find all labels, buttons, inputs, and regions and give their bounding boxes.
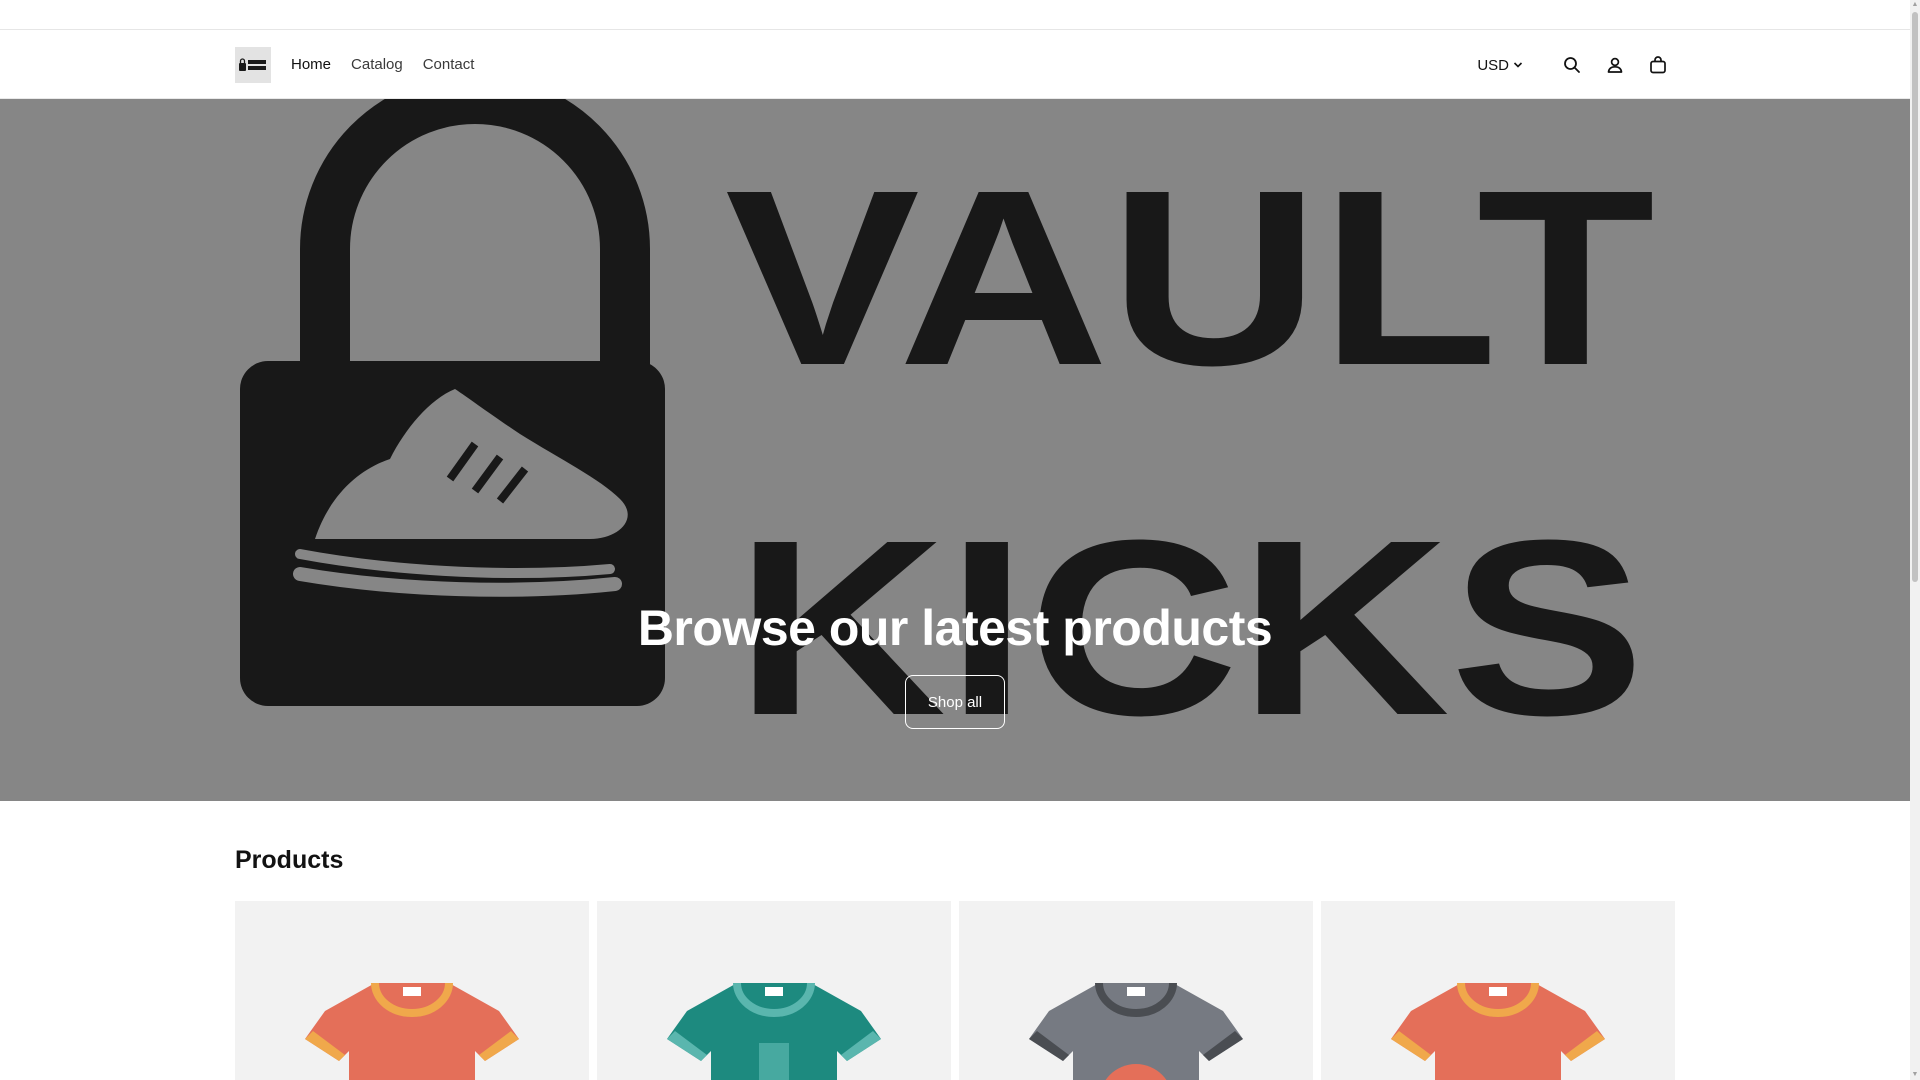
site-logo[interactable]: [235, 47, 271, 83]
main-nav: Home Catalog Contact: [291, 56, 474, 73]
announcement-bar: [0, 0, 1910, 30]
scroll-down-icon[interactable]: ▼: [1911, 1071, 1919, 1079]
storefront-page: Home Catalog Contact USD VAULT KICKS Bro…: [0, 0, 1910, 1080]
shop-all-button[interactable]: Shop all: [905, 675, 1005, 729]
scroll-up-icon[interactable]: ▲: [1911, 1, 1919, 9]
scrollbar-thumb[interactable]: [1912, 12, 1918, 582]
header-actions: USD: [1477, 50, 1670, 80]
search-icon: [1564, 57, 1580, 73]
account-icon: [1607, 57, 1623, 73]
product-card[interactable]: [1321, 901, 1675, 1080]
hero-title: Browse our latest products: [637, 600, 1273, 656]
tshirt-orange-icon: [305, 982, 519, 1080]
product-grid: [235, 901, 1675, 1080]
chevron-down-icon: [1513, 62, 1523, 68]
cart-icon: [1650, 56, 1666, 74]
currency-label: USD: [1477, 56, 1509, 74]
tshirt-teal-icon: [667, 982, 881, 1080]
account-button[interactable]: [1603, 53, 1627, 77]
search-button[interactable]: [1560, 53, 1584, 77]
product-card[interactable]: [597, 901, 951, 1080]
page-scrollbar[interactable]: ▲ ▼: [1910, 0, 1920, 1080]
cart-button[interactable]: [1646, 53, 1670, 77]
vault-kicks-logo-icon: [239, 58, 266, 71]
nav-catalog-link[interactable]: Catalog: [351, 56, 403, 73]
products-heading: Products: [235, 846, 344, 874]
tshirt-gray-icon: [1029, 982, 1243, 1080]
currency-selector[interactable]: USD: [1477, 57, 1523, 74]
site-header: Home Catalog Contact USD: [0, 30, 1910, 99]
nav-contact-link[interactable]: Contact: [423, 56, 475, 73]
hero-banner: VAULT KICKS Browse our latest products S…: [0, 99, 1910, 801]
product-card[interactable]: [959, 901, 1313, 1080]
product-card[interactable]: [235, 901, 589, 1080]
tshirt-orange-icon: [1391, 982, 1605, 1080]
nav-home-link[interactable]: Home: [291, 56, 331, 73]
